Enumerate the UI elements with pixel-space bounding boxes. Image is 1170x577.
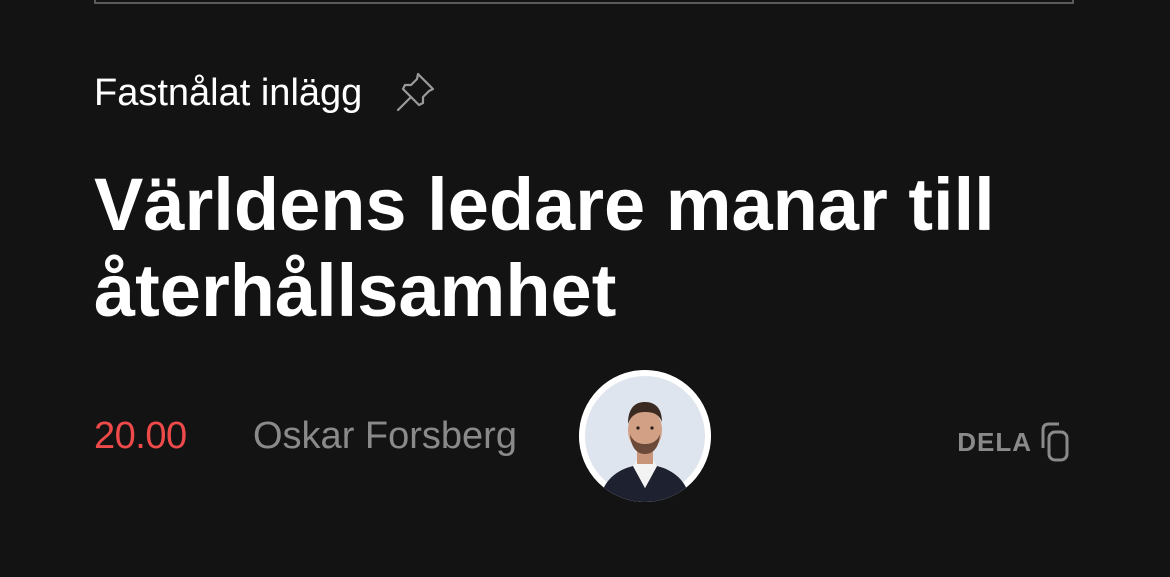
share-label: DELA	[957, 426, 1032, 457]
author-name[interactable]: Oskar Forsberg	[253, 415, 517, 458]
post-meta: 20.00 Oskar Forsberg DELA	[94, 370, 1074, 502]
post-time: 20.00	[94, 415, 187, 457]
pinned-label: Fastnålat inlägg	[94, 71, 363, 114]
share-button[interactable]: DELA	[957, 420, 1074, 464]
pinned-indicator: Fastnålat inlägg	[94, 68, 438, 118]
author-avatar[interactable]	[579, 370, 711, 502]
copy-icon	[1034, 420, 1074, 464]
previous-card-frame	[94, 0, 1074, 4]
post-headline[interactable]: Världens ledare manar till återhållsamhe…	[94, 162, 1094, 334]
pushpin-icon	[392, 70, 438, 116]
